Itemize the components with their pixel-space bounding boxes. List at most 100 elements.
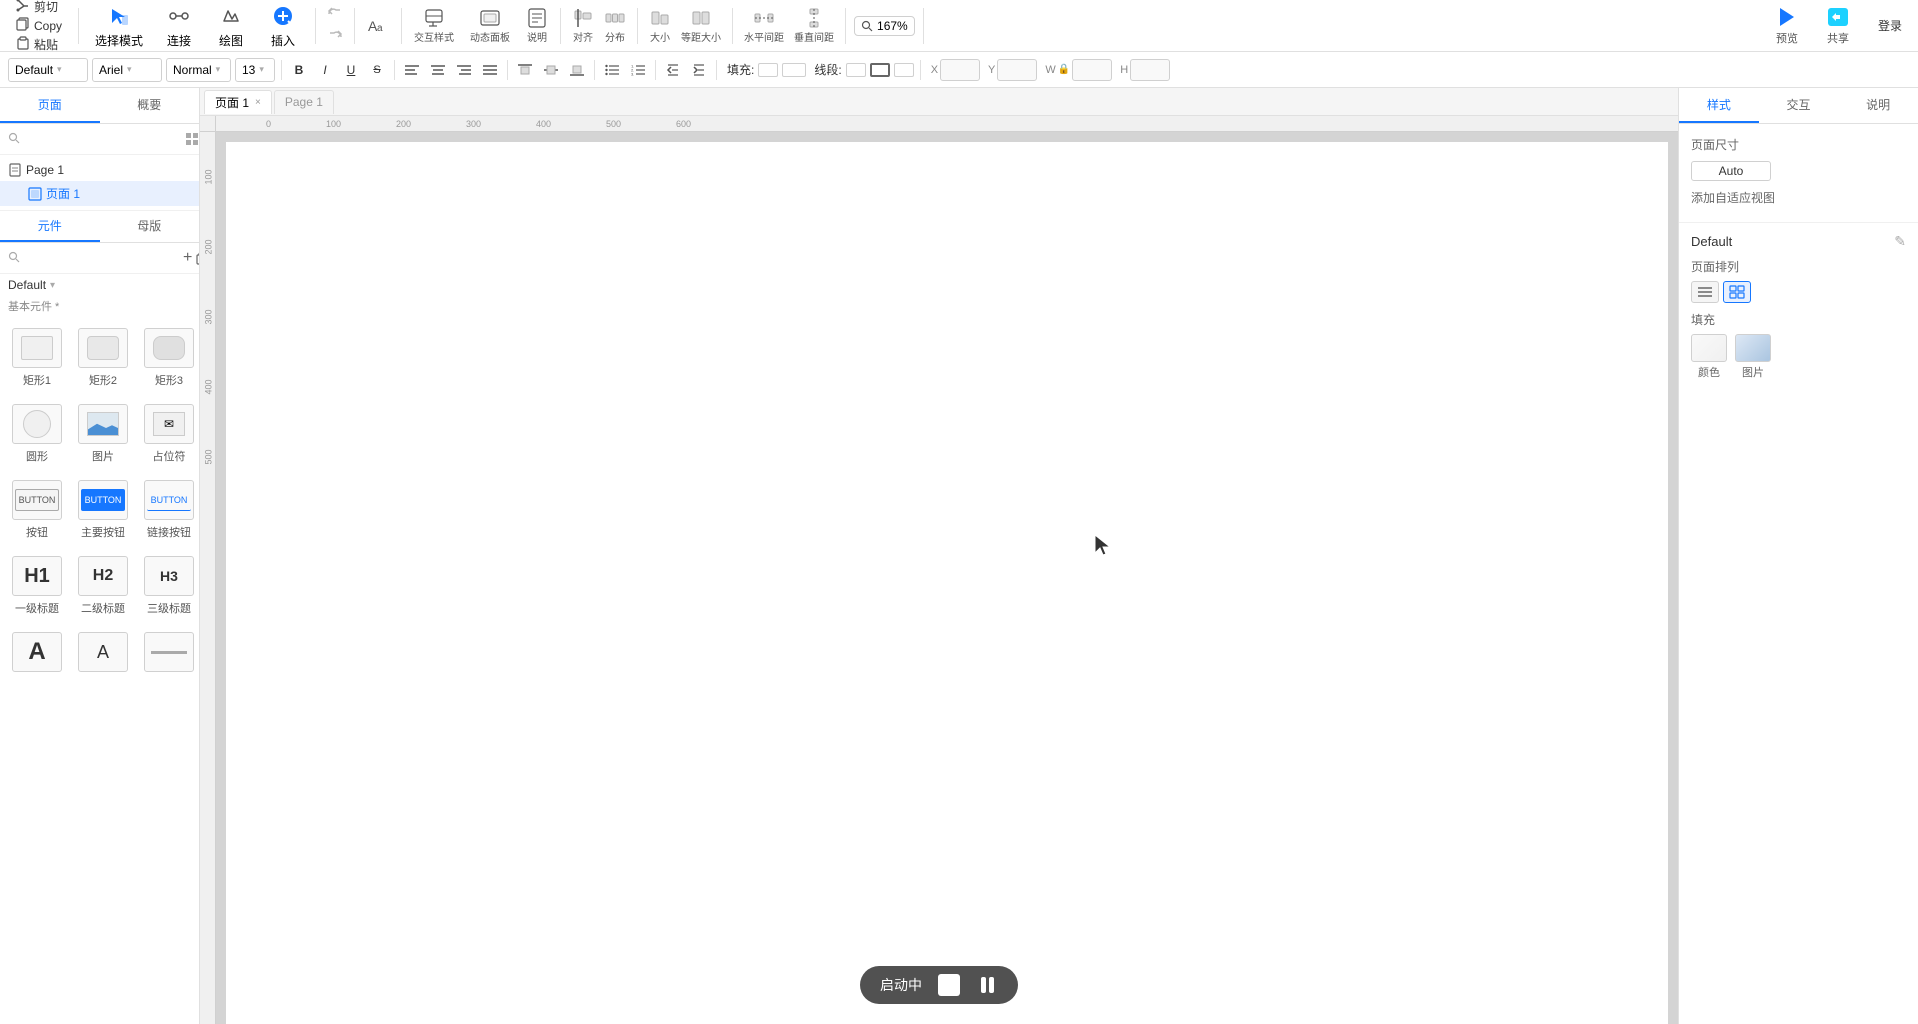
- tab-outline[interactable]: 概要: [100, 88, 200, 123]
- h-spacing-button[interactable]: 水平间距: [741, 6, 787, 45]
- fill-option-color[interactable]: 颜色: [1691, 334, 1727, 380]
- tab-masters[interactable]: 母版: [100, 211, 200, 242]
- comp-item-placeholder[interactable]: ✉ 占位符: [140, 400, 198, 468]
- left-top-tabs: 页面 概要: [0, 88, 199, 124]
- valign-bottom-button[interactable]: [566, 59, 588, 81]
- tree-item-frame1[interactable]: 页面 1: [0, 181, 199, 206]
- ruler-mark-0: 0: [266, 119, 271, 129]
- v-spacing-button[interactable]: 垂直间距: [791, 6, 837, 45]
- w-input[interactable]: [1072, 59, 1112, 81]
- fill-color-swatch2[interactable]: [782, 63, 806, 77]
- y-input[interactable]: [997, 59, 1037, 81]
- indent-decrease-button[interactable]: [662, 59, 684, 81]
- comp-item-rect1[interactable]: 矩形1: [8, 324, 66, 392]
- tab-widgets[interactable]: 元件: [0, 211, 100, 242]
- bullet-list-button[interactable]: [601, 59, 623, 81]
- comp-item-btn-default[interactable]: BUTTON 按钮: [8, 476, 66, 544]
- ordered-list-button[interactable]: 1.2.3.: [627, 59, 649, 81]
- valign-middle-button[interactable]: [540, 59, 562, 81]
- connect-button[interactable]: 连接: [155, 0, 203, 51]
- cut-button[interactable]: 剪切: [12, 0, 66, 16]
- font-dropdown[interactable]: Ariel ▾: [92, 58, 162, 82]
- pause-button[interactable]: [976, 974, 998, 996]
- comp-copy-button[interactable]: [196, 249, 199, 267]
- divider-8: [845, 8, 846, 44]
- dynamic-panel-button[interactable]: 动态面板: [466, 5, 514, 46]
- add-responsive-button[interactable]: 添加自适应视图: [1691, 185, 1906, 210]
- italic-button[interactable]: I: [314, 59, 336, 81]
- distribute-button[interactable]: 分布: [601, 6, 629, 45]
- comp-add-button[interactable]: +: [183, 249, 192, 267]
- comp-search-input[interactable]: [24, 251, 179, 265]
- canvas-tab-page1[interactable]: 页面 1 ×: [204, 90, 272, 114]
- strikethrough-button[interactable]: S: [366, 59, 388, 81]
- fill-color-swatch[interactable]: [758, 63, 778, 77]
- x-input[interactable]: [940, 59, 980, 81]
- align-center-button[interactable]: [427, 59, 449, 81]
- y-label: Y: [988, 64, 995, 76]
- default-section-edit-icon[interactable]: ✎: [1894, 233, 1906, 250]
- login-button[interactable]: 登录: [1870, 13, 1910, 38]
- bold-button[interactable]: B: [288, 59, 310, 81]
- align-right-button[interactable]: [453, 59, 475, 81]
- comp-item-h3[interactable]: H3 三级标题: [140, 552, 198, 620]
- tab-pages[interactable]: 页面: [0, 88, 100, 123]
- canvas-tab-page1-alt[interactable]: Page 1: [274, 90, 334, 114]
- comp-item-circle[interactable]: 圆形: [8, 400, 66, 468]
- paste-button[interactable]: 粘贴: [12, 35, 66, 54]
- comp-item-btn-primary[interactable]: BUTTON 主要按钮: [74, 476, 132, 544]
- copy-button[interactable]: Copy: [12, 16, 66, 35]
- indent-increase-button[interactable]: [688, 59, 710, 81]
- comp-item-text-a[interactable]: A: [8, 628, 66, 680]
- comp-thumb-divider: [144, 632, 194, 672]
- frame-icon: [28, 187, 42, 201]
- canvas-tab-close[interactable]: ×: [255, 97, 261, 108]
- tab-interact[interactable]: 交互: [1759, 88, 1839, 123]
- comp-item-rect3[interactable]: 矩形3: [140, 324, 198, 392]
- align-button[interactable]: 对齐: [569, 6, 597, 45]
- comp-item-btn-link[interactable]: BUTTON 链接按钮: [140, 476, 198, 544]
- zoom-control[interactable]: 167%: [854, 16, 915, 36]
- weight-dropdown[interactable]: Normal ▾: [166, 58, 231, 82]
- layout-btn-grid[interactable]: [1723, 281, 1751, 303]
- comp-item-rect2[interactable]: 矩形2: [74, 324, 132, 392]
- equal-size-button[interactable]: 等距大小: [678, 6, 724, 45]
- style-dropdown[interactable]: Default ▾: [8, 58, 88, 82]
- underline-button[interactable]: U: [340, 59, 362, 81]
- insert-button[interactable]: 插入: [259, 0, 307, 51]
- interaction-style-button[interactable]: 交互样式: [410, 5, 458, 46]
- canvas-background[interactable]: [216, 132, 1678, 1024]
- pages-search-input[interactable]: [24, 132, 179, 146]
- preview-button[interactable]: 预览: [1768, 2, 1806, 50]
- font-size-dropdown[interactable]: 13 ▾: [235, 58, 275, 82]
- h-input[interactable]: [1130, 59, 1170, 81]
- size-button[interactable]: 大小: [646, 6, 674, 45]
- border-style-swatch[interactable]: [870, 63, 890, 77]
- notes-button[interactable]: 说明: [522, 5, 552, 46]
- comp-item-divider[interactable]: [140, 628, 198, 680]
- redo-button[interactable]: [324, 26, 346, 48]
- fill-option-image[interactable]: 图片: [1735, 334, 1771, 380]
- comp-item-h2[interactable]: H2 二级标题: [74, 552, 132, 620]
- comp-item-h1[interactable]: H1 一级标题: [8, 552, 66, 620]
- valign-top-button[interactable]: [514, 59, 536, 81]
- border-width-swatch[interactable]: [894, 63, 914, 77]
- share-button[interactable]: 共享: [1818, 2, 1858, 50]
- selector-button[interactable]: 选择模式: [87, 0, 151, 51]
- layout-btn-list[interactable]: [1691, 281, 1719, 303]
- tree-item-page1[interactable]: Page 1: [0, 159, 199, 181]
- draw-button[interactable]: 绘图: [207, 0, 255, 51]
- stop-button[interactable]: [938, 974, 960, 996]
- undo-button[interactable]: [324, 3, 346, 25]
- comp-item-text-a2[interactable]: A: [74, 628, 132, 680]
- text-format-button[interactable]: Aa: [363, 17, 393, 35]
- comp-item-image[interactable]: 图片: [74, 400, 132, 468]
- border-color-swatch[interactable]: [846, 63, 866, 77]
- align-justify-button[interactable]: [479, 59, 501, 81]
- page-icon: [8, 163, 22, 177]
- tab-notes[interactable]: 说明: [1838, 88, 1918, 123]
- align-left-button[interactable]: [401, 59, 423, 81]
- canvas-page: [226, 142, 1668, 1024]
- pages-grid-view-button[interactable]: [183, 130, 201, 148]
- tab-style[interactable]: 样式: [1679, 88, 1759, 123]
